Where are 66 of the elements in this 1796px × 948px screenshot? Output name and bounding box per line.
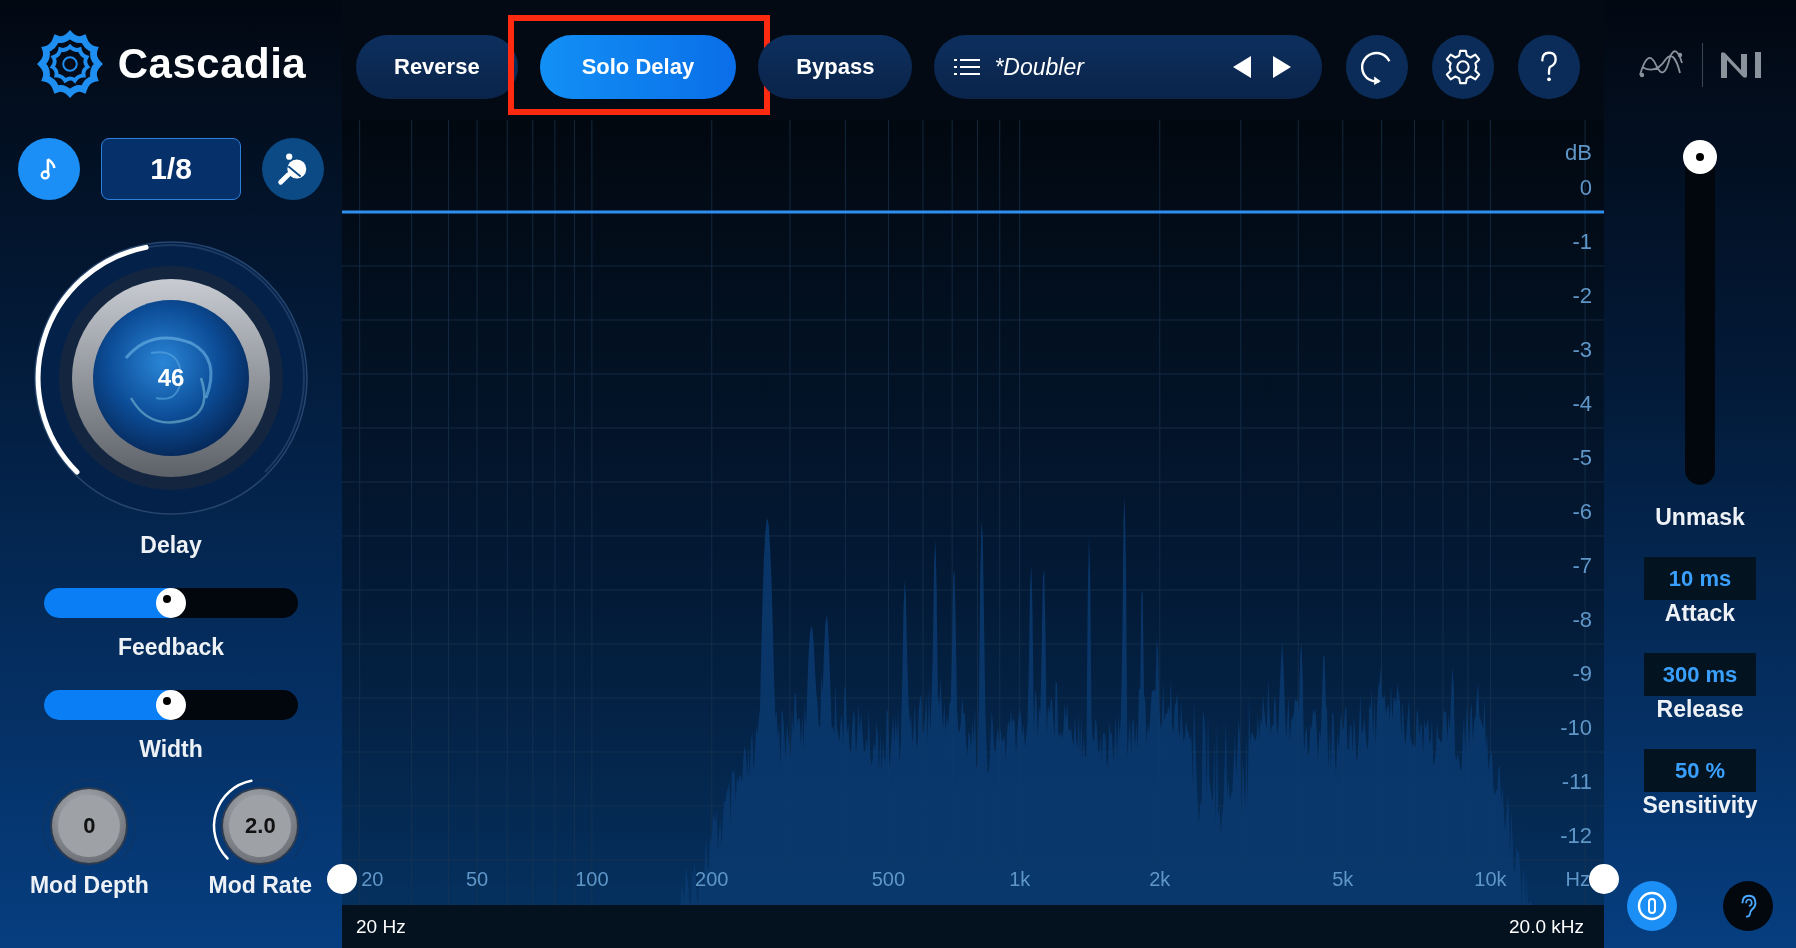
listen-button[interactable] — [1723, 881, 1773, 931]
knob-label: Mod Depth — [29, 872, 149, 898]
axis-label: -7 — [1572, 554, 1592, 578]
tempo-value-field[interactable]: 1/8 — [101, 138, 241, 200]
toggle-button[interactable]: Solo Delay — [539, 35, 737, 99]
preset-selector[interactable]: *Doubler — [934, 35, 1226, 99]
app-title: Cascadia — [117, 40, 307, 88]
axis-label: 5k — [1332, 868, 1354, 891]
range-handle[interactable] — [327, 864, 357, 894]
axis-label: 20 — [361, 868, 384, 891]
list-icon — [954, 57, 981, 77]
slider-label: Width — [139, 736, 203, 762]
axis-label: -1 — [1572, 230, 1592, 254]
axis-label: Hz — [1565, 868, 1590, 891]
knob-label: Mod Rate — [208, 872, 313, 898]
toggle-icon — [1637, 891, 1667, 921]
field-label: Sensitivity — [1642, 792, 1758, 818]
axis-label: -2 — [1572, 284, 1592, 308]
toggle-button[interactable]: Reverse — [356, 35, 518, 99]
knob-value: 46 — [157, 364, 185, 392]
threshold-line[interactable] — [342, 210, 1604, 214]
axis-label: 50 — [465, 868, 489, 891]
slider-track[interactable] — [44, 588, 298, 618]
axis-label: -9 — [1572, 662, 1592, 686]
range-end-value: 20.0 kHz — [1509, 915, 1584, 938]
previous-icon[interactable] — [1233, 56, 1252, 78]
unmask-label: Unmask — [1655, 504, 1745, 530]
monitor-button[interactable] — [1627, 881, 1677, 931]
next-icon[interactable] — [1273, 56, 1292, 78]
axis-label: -8 — [1572, 608, 1592, 632]
settings-icon — [1444, 48, 1483, 86]
field-label: Release — [1656, 696, 1744, 722]
logo-icon — [35, 30, 104, 98]
axis-label: -6 — [1572, 500, 1592, 524]
axis-label: 1k — [1009, 868, 1031, 891]
axis-label: 10k — [1474, 868, 1507, 891]
axis-label: -11 — [1561, 770, 1592, 794]
axis-label: -12 — [1560, 824, 1592, 848]
range-start-value: 20 Hz — [356, 915, 406, 938]
value-field[interactable]: 10 ms — [1644, 557, 1756, 600]
axis-label: 2k — [1149, 868, 1171, 891]
unmask-slider[interactable] — [1685, 140, 1715, 485]
axis-label: -10 — [1560, 716, 1592, 740]
axis-label: 500 — [871, 868, 906, 891]
slider-label: Feedback — [117, 634, 225, 660]
value-field[interactable]: 300 ms — [1644, 653, 1756, 696]
field-label: Attack — [1664, 600, 1736, 626]
delay-label: Delay — [140, 532, 202, 558]
slider-track[interactable] — [44, 690, 298, 720]
knob-value: 0 — [83, 813, 96, 839]
knob-drawing[interactable] — [221, 787, 300, 865]
range-handle[interactable] — [1589, 864, 1619, 894]
axis-label: 200 — [695, 868, 729, 891]
slider-thumb[interactable] — [1683, 140, 1717, 174]
toggle-button[interactable]: Bypass — [758, 35, 913, 99]
axis-unit: dB — [1565, 140, 1592, 166]
knob-value: 2.0 — [245, 813, 276, 839]
axis-label: 100 — [575, 868, 609, 891]
slider-thumb[interactable] — [156, 588, 186, 618]
slider-thumb[interactable] — [156, 690, 186, 720]
knob-drawing[interactable] — [34, 241, 308, 515]
value-field[interactable]: 50 % — [1644, 749, 1756, 792]
axis-label: 0 — [1579, 176, 1592, 200]
axis-label: -5 — [1572, 446, 1592, 470]
axis-label: -3 — [1572, 338, 1592, 362]
axis-label: -4 — [1572, 392, 1592, 416]
